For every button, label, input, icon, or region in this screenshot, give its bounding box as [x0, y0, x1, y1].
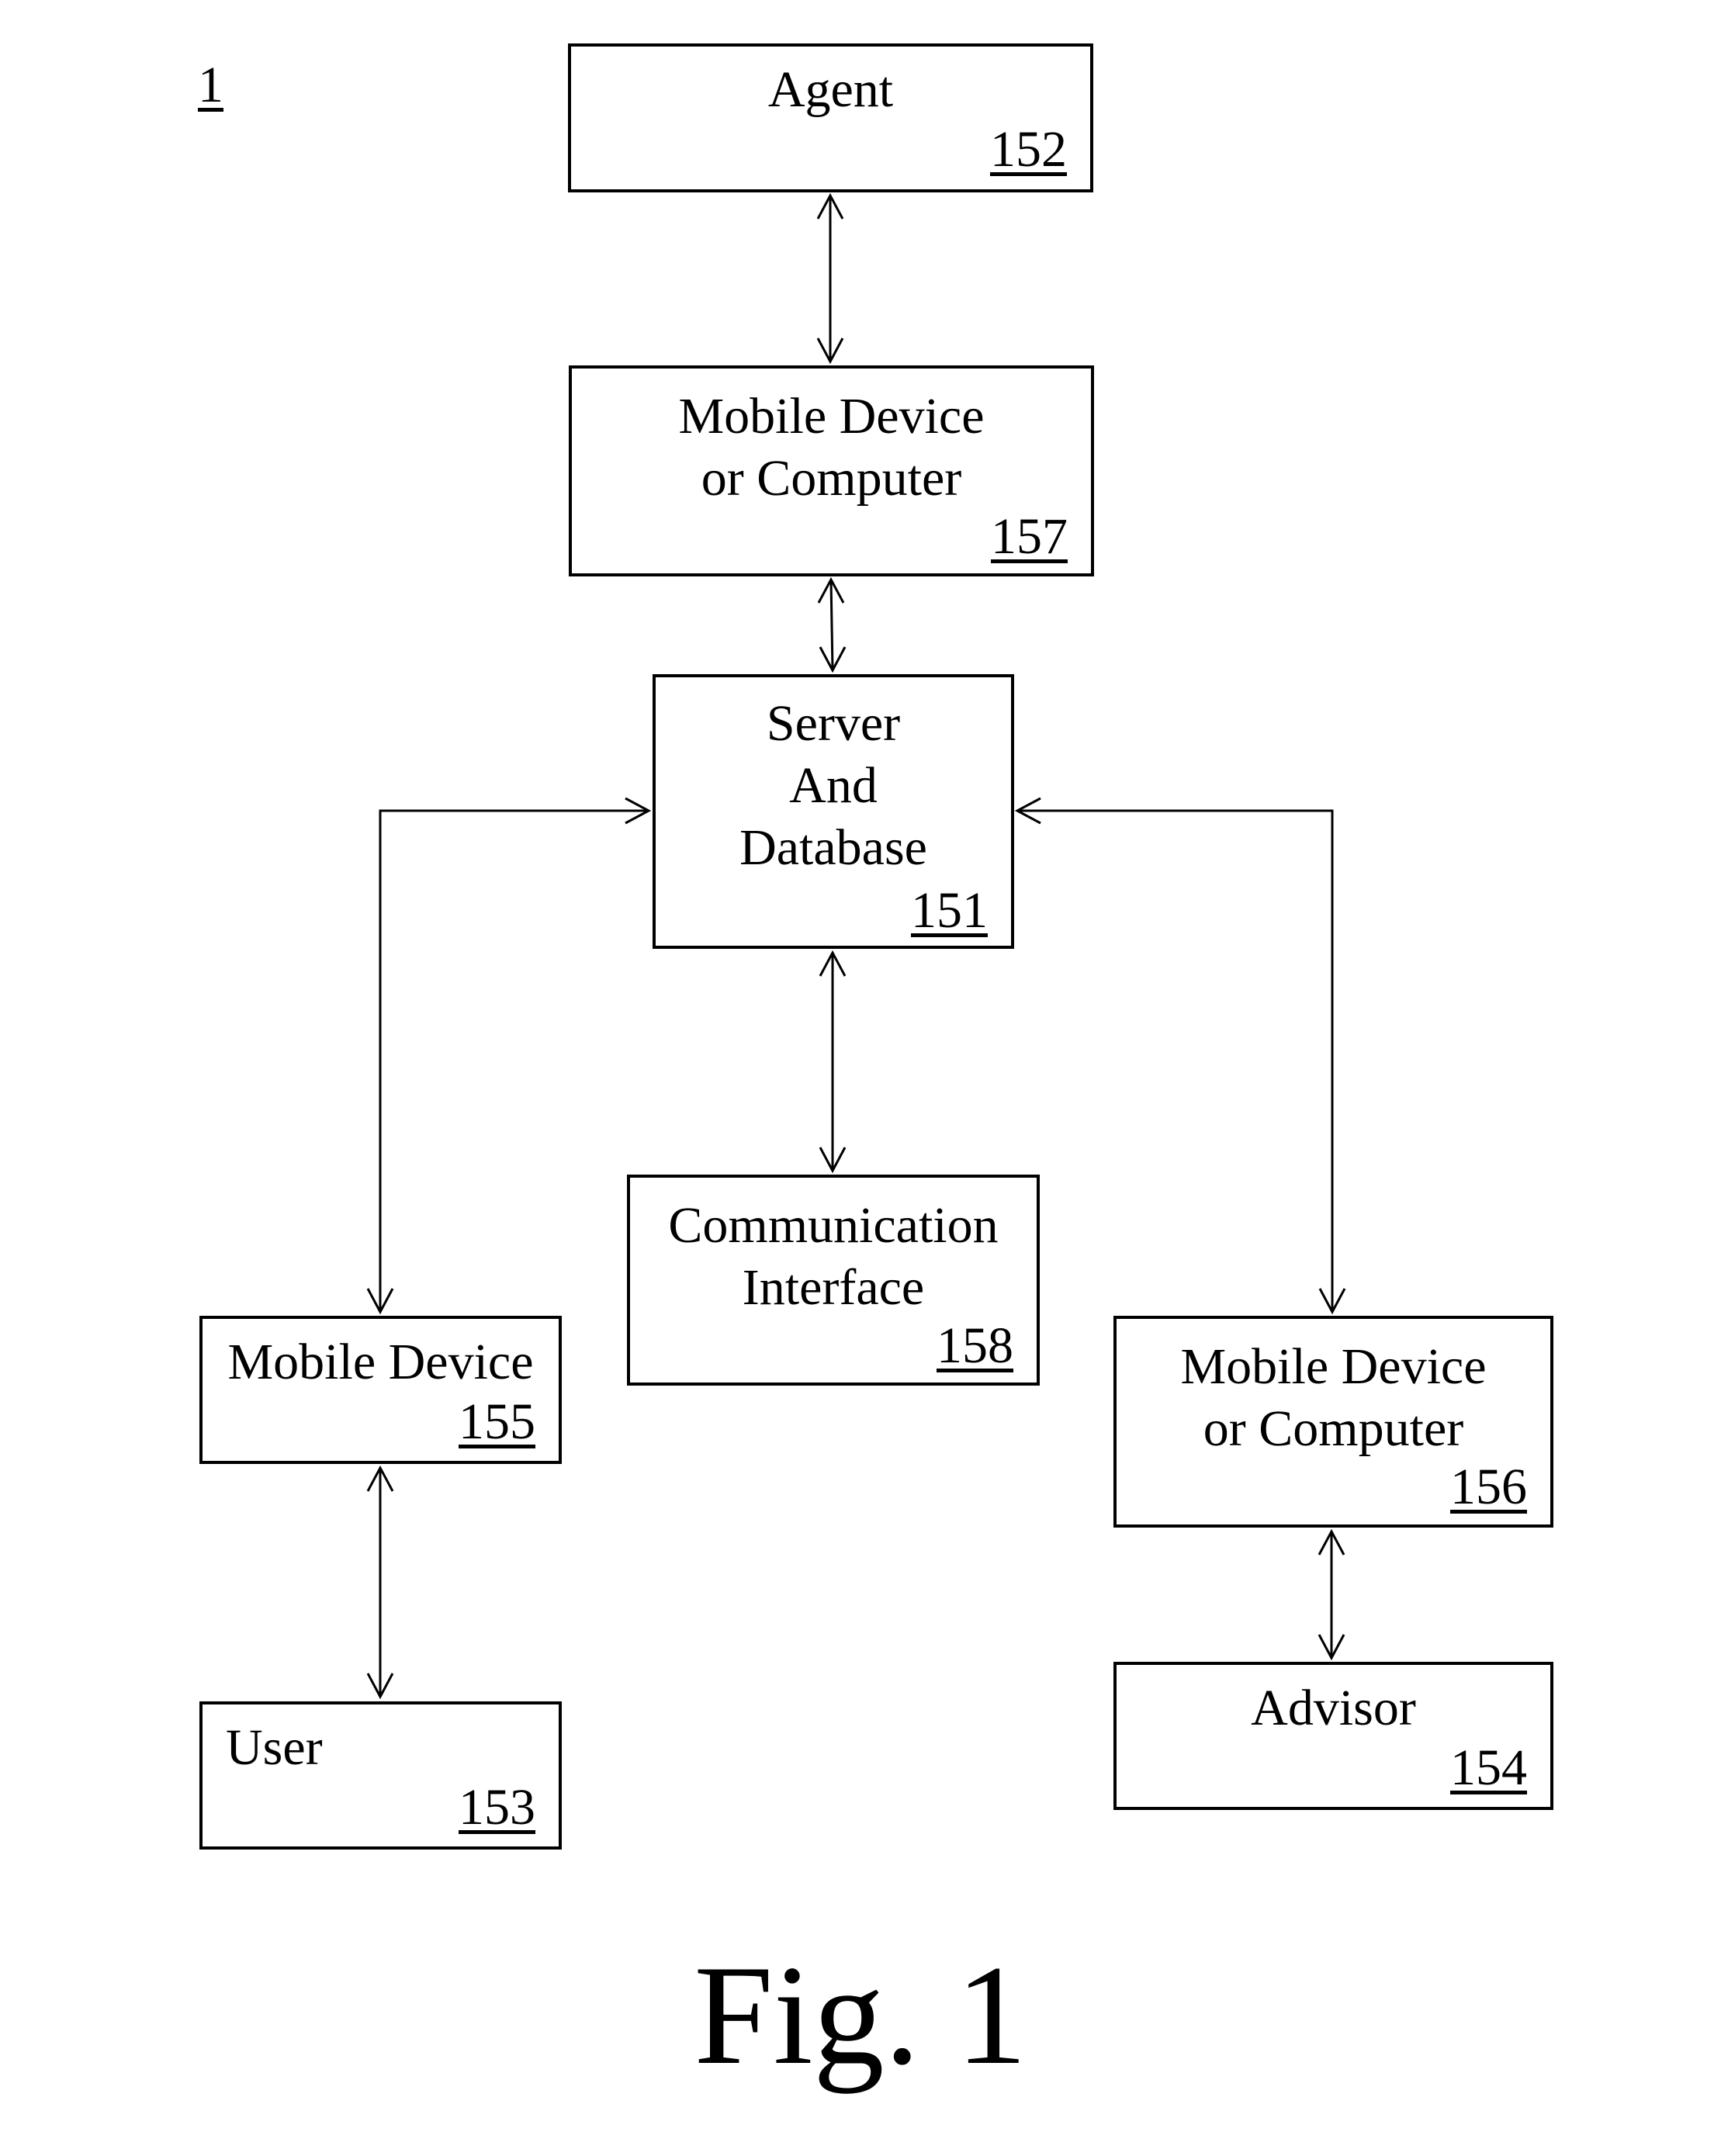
node-server: Server And Database 151 — [653, 674, 1014, 949]
node-advisor-device: Mobile Device or Computer 156 — [1113, 1316, 1553, 1528]
node-title: Mobile Device or Computer — [1180, 1338, 1487, 1457]
node-title: Server And Database — [739, 695, 927, 876]
node-title: Communication Interface — [668, 1197, 999, 1316]
node-ref-number: 153 — [459, 1779, 535, 1836]
node-ref-number: 154 — [1450, 1739, 1527, 1796]
node-title: Agent — [767, 61, 894, 118]
diagram-canvas: 1 Agent 152 Mobile Device or Computer 15… — [0, 0, 1721, 2156]
edge-line — [829, 579, 834, 671]
node-advisor: Advisor 154 — [1113, 1662, 1553, 1810]
edge-advisor-device-advisor — [1318, 1528, 1345, 1661]
figure-caption: Fig. 1 — [694, 1936, 1027, 2094]
edge-server-communication — [819, 950, 847, 1174]
node-ref-number: 157 — [991, 508, 1068, 565]
node-ref-number: 156 — [1450, 1459, 1527, 1515]
node-user-device: Mobile Device 155 — [199, 1316, 562, 1464]
node-ref-number: 151 — [911, 882, 988, 939]
edge-line — [379, 809, 649, 1312]
edge-user-device-user — [366, 1465, 394, 1700]
node-ref-number: 155 — [459, 1393, 535, 1450]
node-ref-number: 152 — [990, 121, 1067, 178]
edge-server-user-device — [366, 797, 652, 1315]
node-agent: Agent 152 — [568, 43, 1093, 192]
node-ref-number: 158 — [937, 1317, 1013, 1374]
node-user: User 153 — [199, 1701, 562, 1850]
node-title: User — [226, 1719, 323, 1776]
node-title: Mobile Device or Computer — [678, 388, 985, 507]
edge-agent-device-server — [817, 576, 847, 673]
node-communication-interface: Communication Interface 158 — [627, 1175, 1040, 1386]
node-title: Mobile Device — [227, 1334, 534, 1390]
edge-line — [1017, 809, 1334, 1312]
edge-agent-agent-device — [816, 192, 844, 365]
node-title: Advisor — [1251, 1680, 1416, 1736]
node-agent-device: Mobile Device or Computer 157 — [569, 365, 1094, 576]
edge-server-advisor-device — [1014, 797, 1346, 1315]
